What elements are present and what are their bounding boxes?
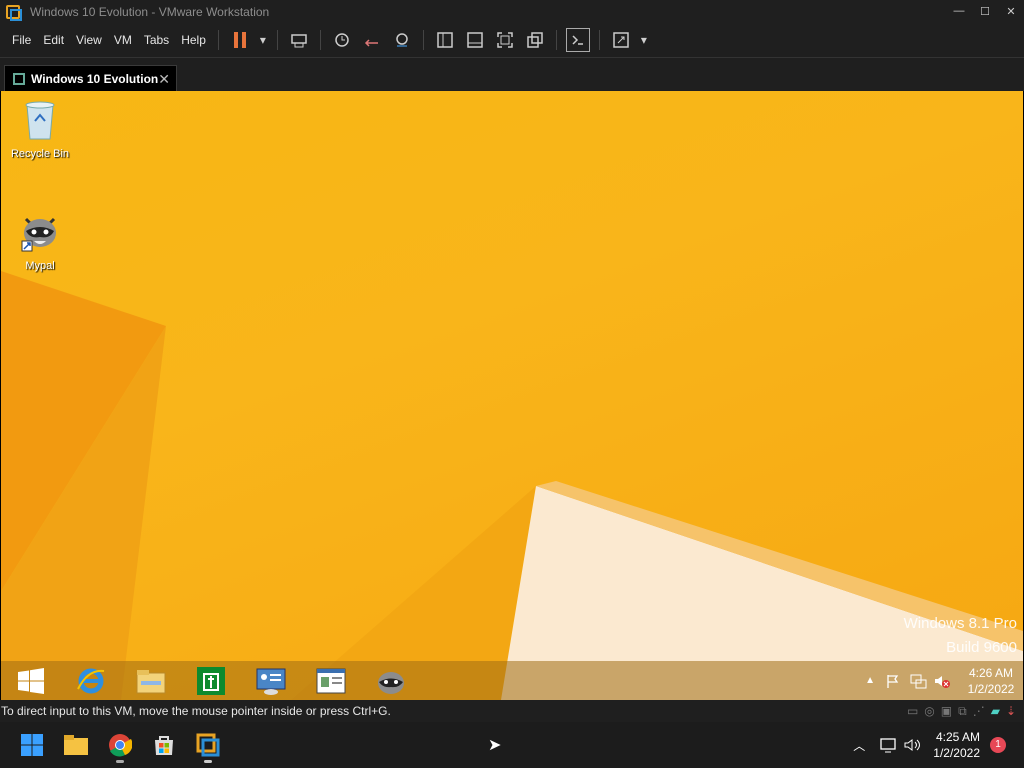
tab-close-icon[interactable]: ✕ (158, 71, 170, 88)
volume-muted-icon[interactable] (933, 673, 951, 689)
windows11-logo-icon (21, 734, 43, 756)
desktop-icon-mypal[interactable]: Mypal (4, 209, 76, 272)
vmware-app-icon (6, 4, 22, 21)
usb-icon[interactable]: ⋰ (973, 704, 985, 719)
floppy-icon[interactable]: ▣ (941, 704, 952, 719)
guest-date: 1/2/2022 (967, 681, 1015, 696)
store-icon (197, 666, 225, 695)
tab-windows-10-evolution[interactable]: Windows 10 Evolution ✕ (4, 65, 177, 92)
full-screen-icon[interactable] (493, 28, 517, 52)
unity-icon[interactable] (523, 28, 547, 52)
guest-mypal-button[interactable] (361, 661, 421, 700)
guest-taskbar: ▲ 4:26 AM 1/2/2022 (1, 661, 1023, 700)
folder-icon (64, 735, 88, 755)
hard-disk-icon[interactable]: ▭ (907, 704, 918, 719)
windows-edition-watermark: Windows 8.1 Pro (903, 615, 1017, 632)
host-file-explorer-button[interactable] (56, 725, 96, 765)
internet-explorer-icon (77, 668, 105, 693)
tab-label: Windows 10 Evolution (31, 72, 159, 86)
window-title: Windows 10 Evolution - VMware Workstatio… (30, 4, 270, 19)
recycle-bin-icon (25, 101, 55, 140)
guest-file-explorer-button[interactable] (121, 661, 181, 700)
menu-view[interactable]: View (70, 33, 108, 47)
guest-control-panel-button[interactable] (241, 661, 301, 700)
status-message: To direct input to this VM, move the mou… (1, 704, 391, 718)
host-system-tray: ︿ 4:25 AM 1/2/2022 1 (853, 722, 1024, 768)
action-center-flag-icon[interactable] (885, 673, 901, 689)
revert-snapshot-icon[interactable] (360, 28, 384, 52)
console-view-icon[interactable] (565, 28, 590, 52)
guest-tray-overflow-icon[interactable]: ▲ (865, 675, 875, 686)
snapshot-icon[interactable] (330, 28, 354, 52)
send-ctrl-alt-del-icon[interactable] (287, 28, 311, 52)
cd-dvd-icon[interactable]: ◎ (924, 704, 934, 719)
host-volume-icon[interactable] (903, 737, 921, 753)
minimize-button[interactable]: — (946, 5, 972, 18)
guest-time: 4:26 AM (968, 665, 1014, 680)
document-window-icon (316, 668, 346, 693)
guest-reader-button[interactable] (301, 661, 361, 700)
guest-clock[interactable]: 4:26 AM 1/2/2022 (959, 665, 1023, 697)
network-icon[interactable] (909, 673, 927, 689)
host-tray-overflow-icon[interactable]: ︿ (853, 737, 865, 754)
snapshot-manager-icon[interactable] (390, 28, 414, 52)
tab-bar: Windows 10 Evolution ✕ (0, 57, 1024, 92)
show-library-icon[interactable] (433, 28, 457, 52)
close-button[interactable]: ✕ (998, 5, 1024, 18)
message-log-icon[interactable]: ⇣ (1006, 704, 1016, 719)
guest-start-button[interactable] (1, 661, 61, 700)
guest-system-tray: ▲ 4:26 AM 1/2/2022 (865, 661, 1023, 700)
stretch-dropdown-icon[interactable]: ▾ (639, 28, 649, 52)
guest-ie-button[interactable] (61, 661, 121, 700)
device-status-icons: ▭ ◎ ▣ ⧉ ⋰ ▰ ⇣ (907, 704, 1016, 719)
microsoft-store-icon (155, 736, 173, 755)
window-titlebar: Windows 10 Evolution - VMware Workstatio… (0, 0, 1024, 23)
menu-file[interactable]: File (6, 33, 37, 47)
host-store-button[interactable] (144, 725, 184, 765)
host-time: 4:25 AM (935, 730, 980, 744)
mouse-cursor-icon: ➤ (488, 737, 502, 754)
host-network-icon[interactable] (879, 737, 897, 753)
host-taskbar: ➤ ︿ 4:25 AM 1/2/2022 1 (0, 722, 1024, 768)
mypal-raccoon-icon (378, 671, 404, 694)
stretch-guest-icon[interactable] (609, 28, 633, 52)
menu-edit[interactable]: Edit (37, 33, 70, 47)
display-icon[interactable]: ▰ (991, 704, 1000, 719)
windows-build-watermark: Build 9600 (946, 639, 1017, 656)
chrome-icon (109, 734, 132, 757)
network-adapter-icon[interactable]: ⧉ (958, 704, 967, 719)
wallpaper-shapes (1, 271, 1023, 700)
vmware-workstation-icon (196, 733, 220, 757)
show-thumbnail-icon[interactable] (463, 28, 487, 52)
control-panel-icon (256, 668, 286, 695)
host-vmware-button[interactable] (188, 725, 228, 765)
file-explorer-icon (136, 669, 166, 693)
vm-tab-icon (13, 73, 25, 85)
maximize-button[interactable]: ☐ (972, 5, 998, 18)
notification-badge[interactable]: 1 (990, 737, 1006, 753)
guest-store-button[interactable] (181, 661, 241, 700)
vm-screen[interactable]: Recycle Bin Mypal Windows 8.1 Pro Build … (1, 91, 1023, 700)
mypal-raccoon-icon (21, 217, 56, 252)
desktop-icon-recycle-bin[interactable]: Recycle Bin (4, 97, 76, 160)
menu-vm[interactable]: VM (108, 33, 138, 47)
menubar: File Edit View VM Tabs Help ▾ ▾ (0, 23, 1024, 57)
mypal-label: Mypal (25, 260, 55, 272)
menu-help[interactable]: Help (175, 33, 212, 47)
recycle-bin-label: Recycle Bin (10, 148, 70, 160)
host-chrome-button[interactable] (100, 725, 140, 765)
host-clock[interactable]: 4:25 AM 1/2/2022 (933, 729, 980, 761)
windows8-logo-icon (18, 667, 44, 694)
menu-tabs[interactable]: Tabs (138, 33, 175, 47)
host-date: 1/2/2022 (933, 746, 980, 760)
status-bar: To direct input to this VM, move the mou… (0, 700, 1024, 722)
pause-icon[interactable] (228, 28, 252, 52)
host-start-button[interactable] (12, 725, 52, 765)
power-dropdown-icon[interactable]: ▾ (258, 28, 268, 52)
